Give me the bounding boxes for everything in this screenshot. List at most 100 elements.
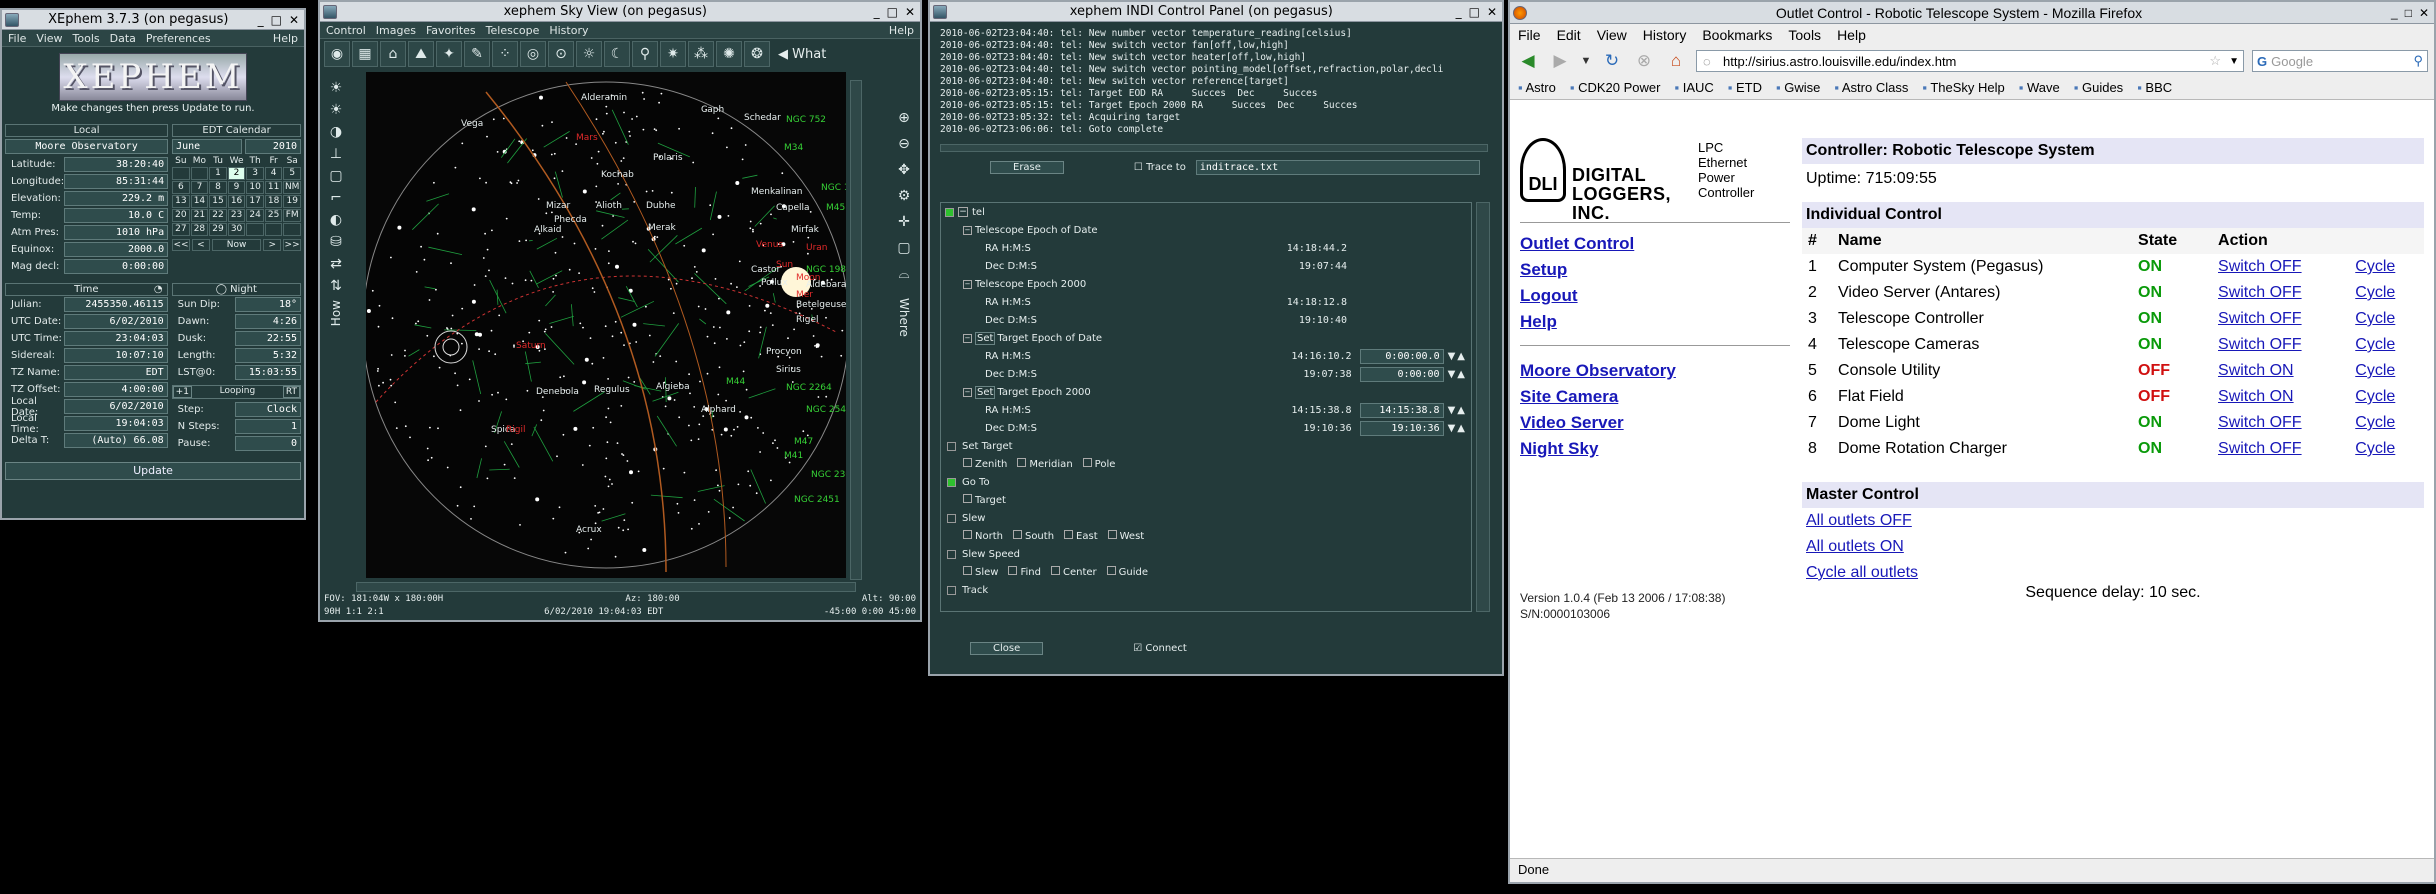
star[interactable]	[632, 240, 634, 243]
sky-label[interactable]: Kochab	[601, 170, 634, 180]
star[interactable]	[435, 288, 437, 291]
star[interactable]	[825, 316, 827, 319]
star[interactable]	[699, 380, 701, 383]
star[interactable]	[473, 284, 476, 286]
star[interactable]	[737, 483, 740, 486]
star[interactable]	[488, 269, 490, 272]
star[interactable]	[605, 112, 608, 115]
star[interactable]	[404, 349, 406, 352]
field-value[interactable]: 2000.0	[64, 242, 169, 257]
star[interactable]	[739, 411, 741, 413]
star[interactable]	[814, 345, 816, 347]
sky-label[interactable]: Procyon	[766, 347, 802, 357]
star[interactable]	[497, 391, 499, 394]
calendar-day[interactable]: 1	[209, 167, 227, 180]
star[interactable]	[770, 479, 772, 482]
star[interactable]	[736, 286, 738, 288]
star[interactable]	[377, 325, 380, 328]
field-value[interactable]: 4:00:00	[63, 382, 168, 397]
star[interactable]	[390, 256, 392, 259]
star[interactable]	[735, 181, 740, 185]
sky-label[interactable]: NGC 2264	[786, 383, 832, 393]
checkbox-icon[interactable]	[963, 530, 972, 539]
star[interactable]	[623, 111, 625, 114]
master-link[interactable]: All outlets ON	[1806, 538, 1904, 555]
star[interactable]	[539, 95, 543, 100]
field-value[interactable]: 229.2 m	[64, 191, 169, 206]
switch-option[interactable]: Find	[1008, 566, 1041, 578]
star[interactable]	[486, 248, 489, 251]
star[interactable]	[667, 396, 672, 401]
star[interactable]	[484, 232, 486, 235]
star[interactable]	[698, 523, 700, 525]
sky-label[interactable]: Moon	[796, 273, 820, 283]
star[interactable]	[690, 527, 693, 530]
star[interactable]	[614, 555, 617, 558]
search-box[interactable]: G Google ⚲	[2252, 50, 2428, 72]
field-value[interactable]: 5:32	[235, 348, 301, 363]
star[interactable]	[770, 213, 772, 216]
star[interactable]	[728, 517, 731, 519]
switch-link[interactable]: Switch OFF	[2218, 414, 2302, 431]
star[interactable]	[564, 551, 567, 554]
master-link[interactable]: All outlets OFF	[1806, 512, 1912, 529]
bookmark-item[interactable]: Astro Class	[1834, 80, 1908, 95]
star[interactable]	[759, 326, 762, 329]
star[interactable]	[552, 277, 555, 280]
star[interactable]	[491, 393, 493, 396]
star[interactable]	[378, 304, 381, 307]
star[interactable]	[655, 129, 658, 132]
star[interactable]	[792, 241, 795, 243]
star[interactable]	[602, 357, 605, 359]
star[interactable]	[582, 380, 587, 385]
sky-label[interactable]: NGC 1499	[821, 183, 867, 193]
star[interactable]	[605, 416, 607, 419]
checkbox-icon[interactable]	[1012, 530, 1022, 539]
star[interactable]	[622, 529, 625, 532]
star[interactable]	[542, 409, 545, 412]
star[interactable]	[683, 244, 686, 247]
switch-link[interactable]: Switch ON	[2218, 362, 2294, 379]
calendar-day[interactable]	[264, 223, 283, 236]
star[interactable]	[707, 511, 710, 513]
sky-label[interactable]: Alphard	[701, 405, 736, 415]
star[interactable]	[633, 201, 636, 203]
url-dropdown-icon[interactable]: ▼	[2229, 56, 2239, 67]
star[interactable]	[513, 344, 515, 347]
cross-icon[interactable]: ✛	[898, 214, 910, 230]
sky-scrollbar-v[interactable]	[850, 80, 862, 580]
star[interactable]	[540, 419, 543, 422]
calendar-day[interactable]: 19	[283, 195, 301, 208]
star[interactable]	[366, 309, 371, 313]
nav-link[interactable]: Logout	[1520, 286, 1578, 305]
sky-label[interactable]: M41	[784, 451, 803, 461]
nav-link[interactable]: Setup	[1520, 260, 1567, 279]
star[interactable]	[645, 305, 647, 308]
star[interactable]	[715, 469, 717, 472]
sky-label[interactable]: Mer	[796, 290, 813, 300]
menu-history[interactable]: History	[1643, 27, 1687, 43]
cycle-link[interactable]: Cycle	[2355, 258, 2395, 275]
calendar-day[interactable]	[283, 223, 301, 236]
star[interactable]	[553, 152, 556, 155]
star[interactable]	[742, 370, 745, 373]
star[interactable]	[776, 447, 779, 449]
calendar-nav-button[interactable]: >	[263, 239, 282, 251]
star[interactable]	[531, 149, 534, 152]
star[interactable]	[690, 439, 693, 442]
decrement-icon[interactable]: ▼	[1448, 369, 1456, 380]
trace-file-input[interactable]: inditrace.txt	[1195, 160, 1480, 175]
stop-icon[interactable]: ⊗	[1632, 51, 1656, 71]
landscape-icon[interactable]: ⛰	[408, 41, 434, 67]
star[interactable]	[713, 342, 716, 345]
star[interactable]	[535, 497, 540, 502]
cycle-link[interactable]: Cycle	[2355, 284, 2395, 301]
log-scrollbar[interactable]	[940, 144, 1488, 152]
menu-view[interactable]: View	[1597, 27, 1627, 43]
star[interactable]	[719, 326, 721, 329]
star[interactable]	[812, 335, 815, 337]
camera-icon[interactable]: ◉	[324, 41, 350, 67]
range-readout[interactable]: -45:00 0:00 45:00	[824, 607, 916, 620]
close-icon[interactable]: ✕	[905, 5, 915, 19]
menu-file[interactable]: File	[8, 32, 26, 45]
